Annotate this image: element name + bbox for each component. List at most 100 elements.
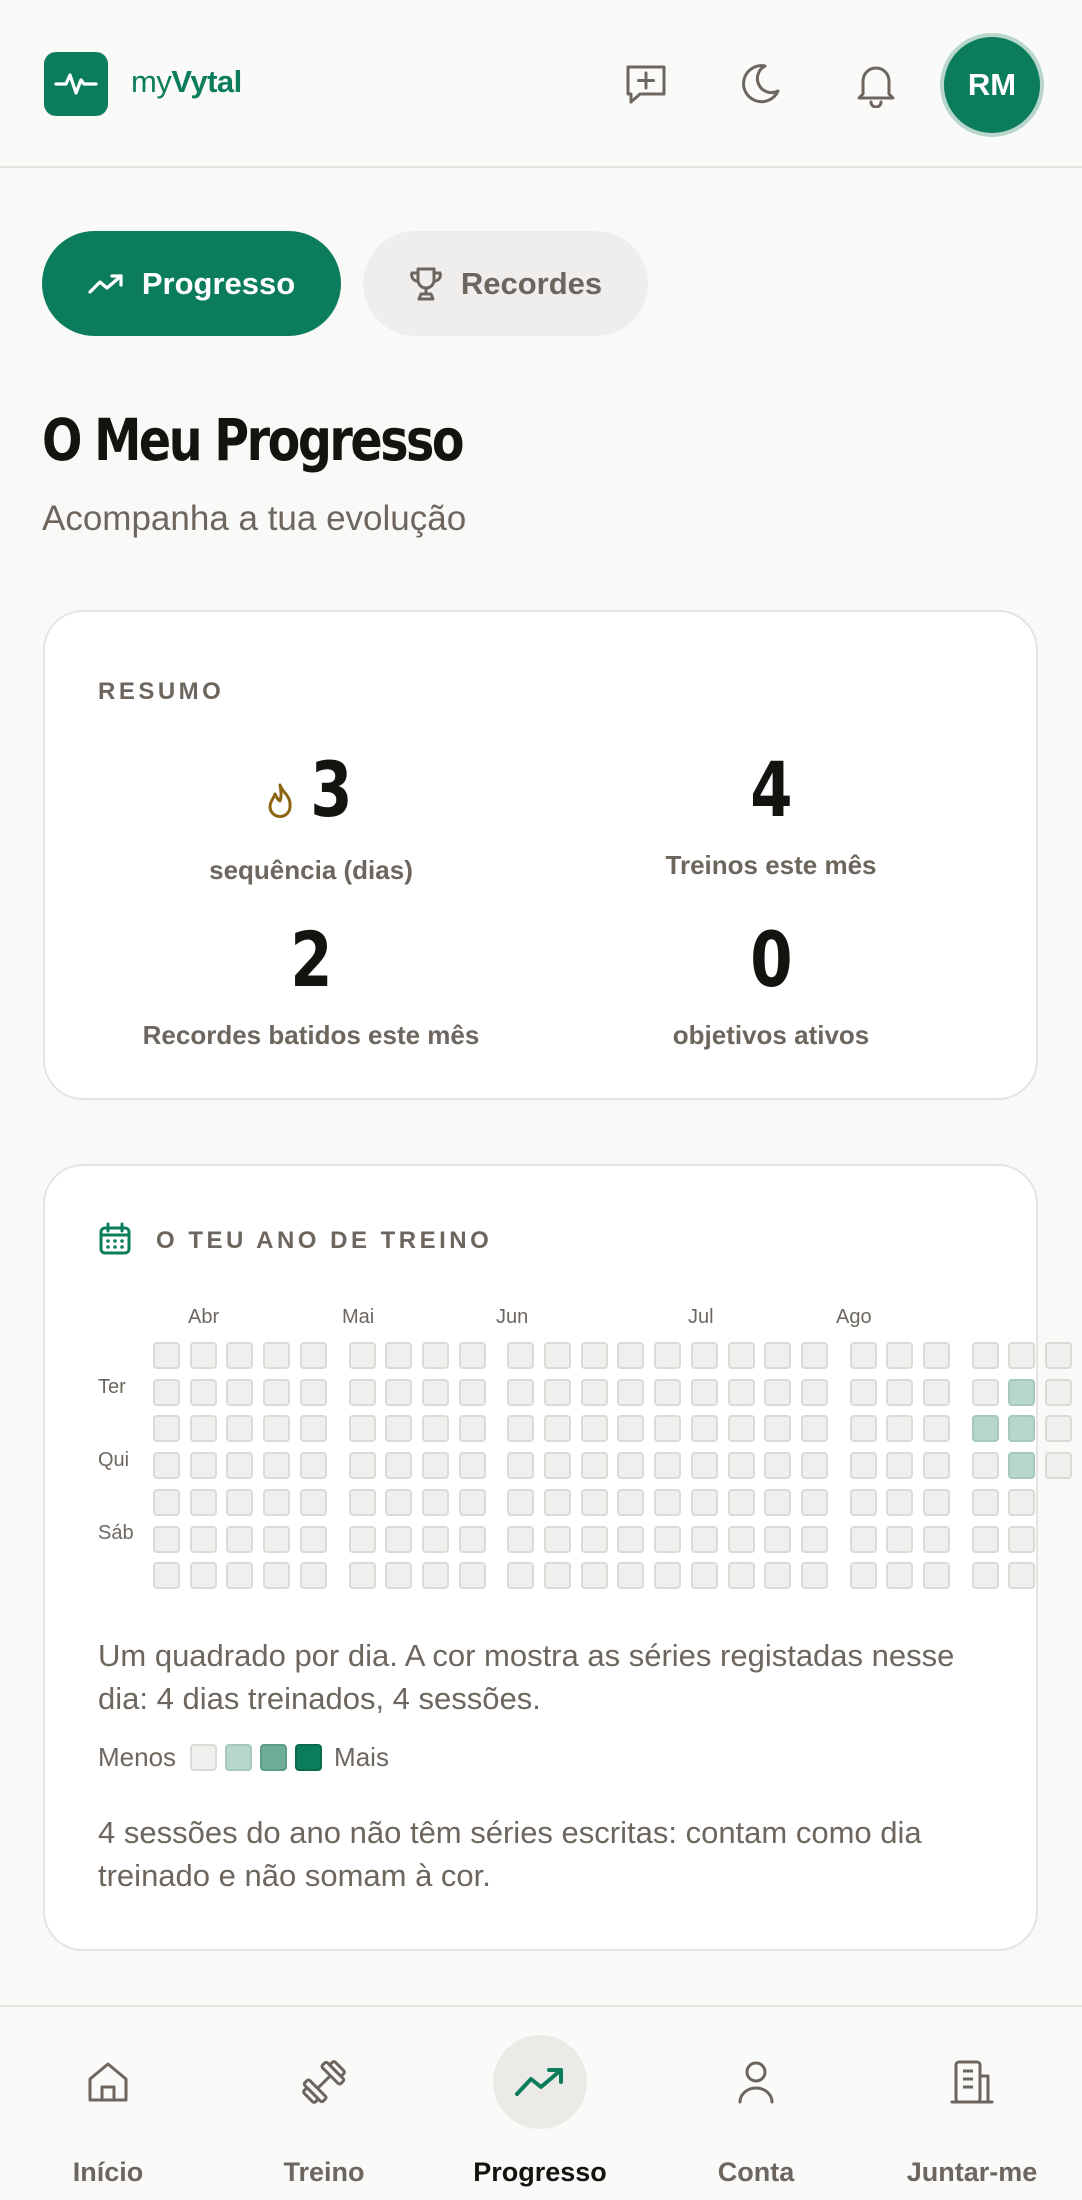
notifications-button[interactable] <box>846 54 906 114</box>
bottom-nav: Início Treino Progresso Conta Juntar-me <box>0 2005 1082 2200</box>
tab-label: Recordes <box>460 265 603 301</box>
tab-recordes[interactable]: Recordes <box>363 231 648 336</box>
heatmap-cell <box>690 1378 718 1406</box>
heatmap-cell <box>348 1525 376 1553</box>
day-label: Qui <box>98 1449 130 1471</box>
heatmap-cell <box>421 1342 449 1369</box>
heatmap-cell <box>189 1452 217 1480</box>
heatmap-cell <box>226 1452 254 1480</box>
heatmap-cell <box>849 1488 877 1516</box>
heatmap-legend: Menos Mais <box>98 1742 389 1773</box>
heatmap-cell <box>971 1452 999 1480</box>
flame-icon <box>265 782 295 825</box>
heatmap-cell <box>617 1415 645 1443</box>
nav-treino[interactable]: Treino <box>216 2007 432 2200</box>
trending-up-icon <box>88 273 123 294</box>
home-icon <box>88 2062 128 2102</box>
legend-swatch <box>260 1744 288 1771</box>
legend-swatch <box>225 1744 253 1771</box>
heatmap-cell <box>654 1452 682 1480</box>
heatmap-cell <box>654 1378 682 1406</box>
heatmap-cell <box>971 1525 999 1553</box>
heatmap-cell <box>385 1342 413 1369</box>
heatmap-cell <box>544 1415 571 1443</box>
heatmap-cell <box>458 1452 486 1480</box>
logo-icon[interactable] <box>44 52 108 116</box>
day-label: Ter <box>98 1376 126 1398</box>
heatmap-cell <box>971 1378 999 1406</box>
heatmap-cell <box>348 1378 376 1406</box>
nav-juntar-me[interactable]: Juntar-me <box>864 2007 1080 2200</box>
heatmap-cell <box>654 1415 682 1443</box>
heatmap-cell <box>580 1378 608 1406</box>
nav-conta[interactable]: Conta <box>648 2007 864 2200</box>
nav-label: Progresso <box>473 2157 607 2187</box>
heatmap-cell <box>189 1378 217 1406</box>
feedback-button[interactable] <box>616 54 676 114</box>
heatmap-cell <box>800 1378 828 1406</box>
heatmap-cell <box>617 1488 645 1516</box>
month-label: Mai <box>342 1306 375 1328</box>
heatmap-cell <box>544 1452 571 1480</box>
heatmap-cell <box>764 1452 792 1480</box>
heatmap-cell <box>1008 1342 1036 1369</box>
heatmap-cell <box>764 1415 792 1443</box>
heatmap-cell <box>886 1488 914 1516</box>
stat-label: Recordes batidos este mês <box>142 1020 480 1050</box>
heatmap-cell <box>1008 1415 1036 1443</box>
nav-progresso[interactable]: Progresso <box>432 2007 648 2200</box>
tab-progresso[interactable]: Progresso <box>42 231 341 336</box>
heatmap-cell <box>153 1562 180 1590</box>
heatmap-cell <box>764 1562 792 1590</box>
heatmap-cell <box>1008 1525 1036 1553</box>
month-label: Ago <box>836 1306 872 1328</box>
heatmap-cell <box>849 1562 877 1590</box>
calendar-icon <box>99 1222 131 1255</box>
year-label: O TEU ANO DE TREINO <box>156 1227 493 1254</box>
heatmap-cell <box>764 1378 792 1406</box>
stat-workouts-month: 4 Treinos este mês <box>571 752 971 881</box>
heatmap-note: 4 sessões do ano não têm séries escritas… <box>98 1815 922 1893</box>
heatmap-cell <box>617 1452 645 1480</box>
heatmap-cell <box>226 1378 254 1406</box>
heatmap-cell <box>299 1525 327 1553</box>
heatmap-cell <box>226 1342 254 1369</box>
heatmap-description: Um quadrado por dia. A cor mostra as sér… <box>98 1638 955 1716</box>
legend-less: Menos <box>98 1742 177 1772</box>
heatmap-cell <box>507 1488 535 1516</box>
heatmap-cell <box>800 1562 828 1590</box>
theme-toggle-button[interactable] <box>730 54 790 114</box>
heatmap-cell <box>654 1562 682 1590</box>
heatmap-cell <box>849 1415 877 1443</box>
heatmap-cell <box>1045 1378 1073 1406</box>
heatmap-cell <box>923 1415 950 1443</box>
brand-strong: Vytal <box>171 64 242 99</box>
heatmap-cell <box>544 1378 571 1406</box>
summary-label: RESUMO <box>98 678 225 705</box>
heatmap-cell <box>421 1562 449 1590</box>
heatmap-cell <box>544 1562 571 1590</box>
nav-inicio[interactable]: Início <box>0 2007 216 2200</box>
nav-label: Início <box>72 2157 144 2187</box>
heatmap-cell <box>764 1525 792 1553</box>
heatmap-cell <box>507 1378 535 1406</box>
heatmap-cell <box>385 1562 413 1590</box>
heatmap-cell <box>507 1562 535 1590</box>
legend-more: Mais <box>334 1742 389 1772</box>
moon-icon <box>742 64 780 104</box>
heatmap-cell <box>299 1342 327 1369</box>
heatmap-cell <box>971 1562 999 1590</box>
stat-value: 3 <box>309 745 353 834</box>
brand-name: myVytal <box>131 64 242 100</box>
stat-label: Treinos este mês <box>665 850 877 880</box>
heatmap-cell <box>617 1562 645 1590</box>
avatar[interactable]: RM <box>940 33 1044 137</box>
heatmap-cell <box>849 1342 877 1369</box>
heatmap-cell <box>153 1378 180 1406</box>
brand-prefix: my <box>131 64 172 99</box>
heatmap-cell <box>580 1525 608 1553</box>
heatmap-cell <box>226 1562 254 1590</box>
heatmap-cell <box>507 1415 535 1443</box>
heatmap-cell <box>800 1452 828 1480</box>
nav-label: Treino <box>283 2157 365 2187</box>
